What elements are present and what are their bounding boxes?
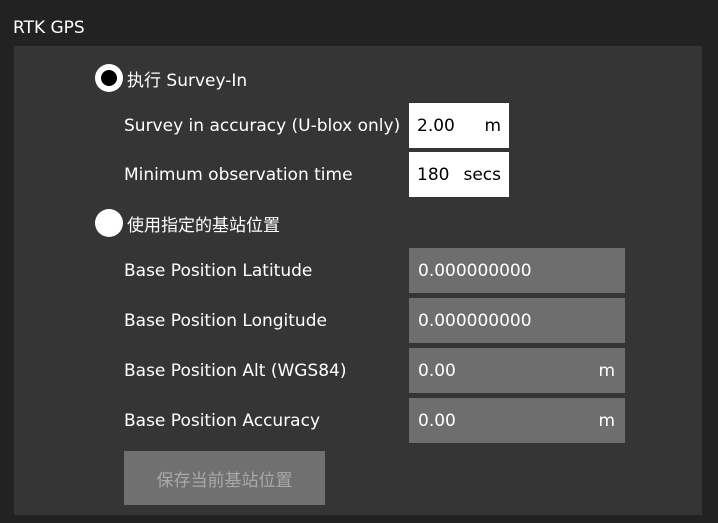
survey-in-radio[interactable]: 执行 Survey-In — [95, 64, 247, 92]
base-longitude-label: Base Position Longitude — [124, 311, 327, 331]
survey-in-label: 执行 Survey-In — [127, 70, 248, 91]
min-observation-unit: secs — [463, 164, 501, 185]
survey-accuracy-label: Survey in accuracy (U-blox only) — [124, 116, 401, 136]
base-longitude-value: 0.000000000 — [418, 310, 532, 331]
base-latitude-input[interactable]: 0.000000000 — [409, 248, 625, 293]
base-altitude-value: 0.00 — [418, 360, 456, 381]
save-base-position-button[interactable]: 保存当前基站位置 — [124, 451, 325, 505]
fixed-base-radio[interactable]: 使用指定的基站位置 — [95, 209, 280, 237]
section-title: RTK GPS — [13, 18, 85, 38]
survey-accuracy-input[interactable]: 2.00 m — [409, 103, 509, 148]
base-accuracy-input[interactable]: 0.00 m — [409, 398, 625, 443]
base-latitude-value: 0.000000000 — [418, 260, 532, 281]
base-altitude-label: Base Position Alt (WGS84) — [124, 361, 347, 381]
base-altitude-unit: m — [598, 360, 615, 381]
base-accuracy-value: 0.00 — [418, 410, 456, 431]
base-accuracy-label: Base Position Accuracy — [124, 411, 321, 431]
radio-unselected-icon[interactable] — [95, 209, 123, 237]
min-observation-input[interactable]: 180 secs — [409, 152, 509, 197]
min-observation-value: 180 — [417, 164, 450, 185]
base-longitude-input[interactable]: 0.000000000 — [409, 298, 625, 343]
min-observation-label: Minimum observation time — [124, 165, 353, 185]
radio-selected-icon[interactable] — [95, 64, 123, 92]
base-accuracy-unit: m — [598, 410, 615, 431]
survey-accuracy-value: 2.00 — [417, 115, 455, 136]
fixed-base-label: 使用指定的基站位置 — [127, 215, 280, 236]
survey-accuracy-unit: m — [484, 115, 501, 136]
base-altitude-input[interactable]: 0.00 m — [409, 348, 625, 393]
base-latitude-label: Base Position Latitude — [124, 261, 313, 281]
